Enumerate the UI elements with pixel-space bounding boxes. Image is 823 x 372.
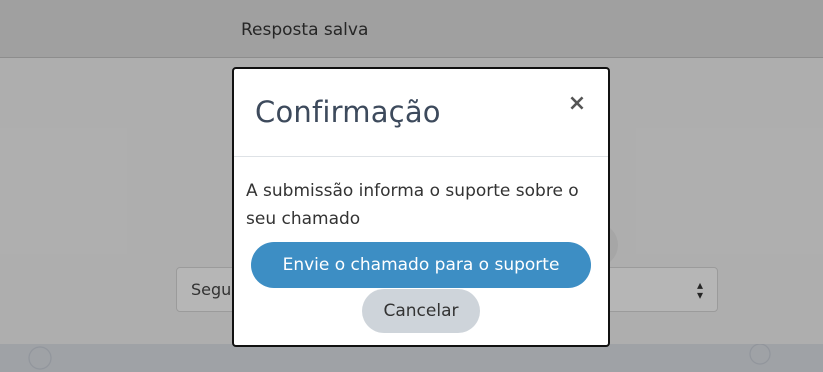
modal-title: Confirmação [255, 95, 441, 129]
cancel-button[interactable]: Cancelar [362, 289, 480, 333]
modal-header: Confirmação × [234, 69, 608, 157]
close-icon[interactable]: × [566, 93, 588, 115]
confirmation-modal: Confirmação × A submissão informa o supo… [232, 67, 610, 347]
send-to-support-button[interactable]: Envie o chamado para o suporte [251, 242, 591, 288]
modal-message: A submissão informa o suporte sobre o se… [246, 181, 579, 229]
